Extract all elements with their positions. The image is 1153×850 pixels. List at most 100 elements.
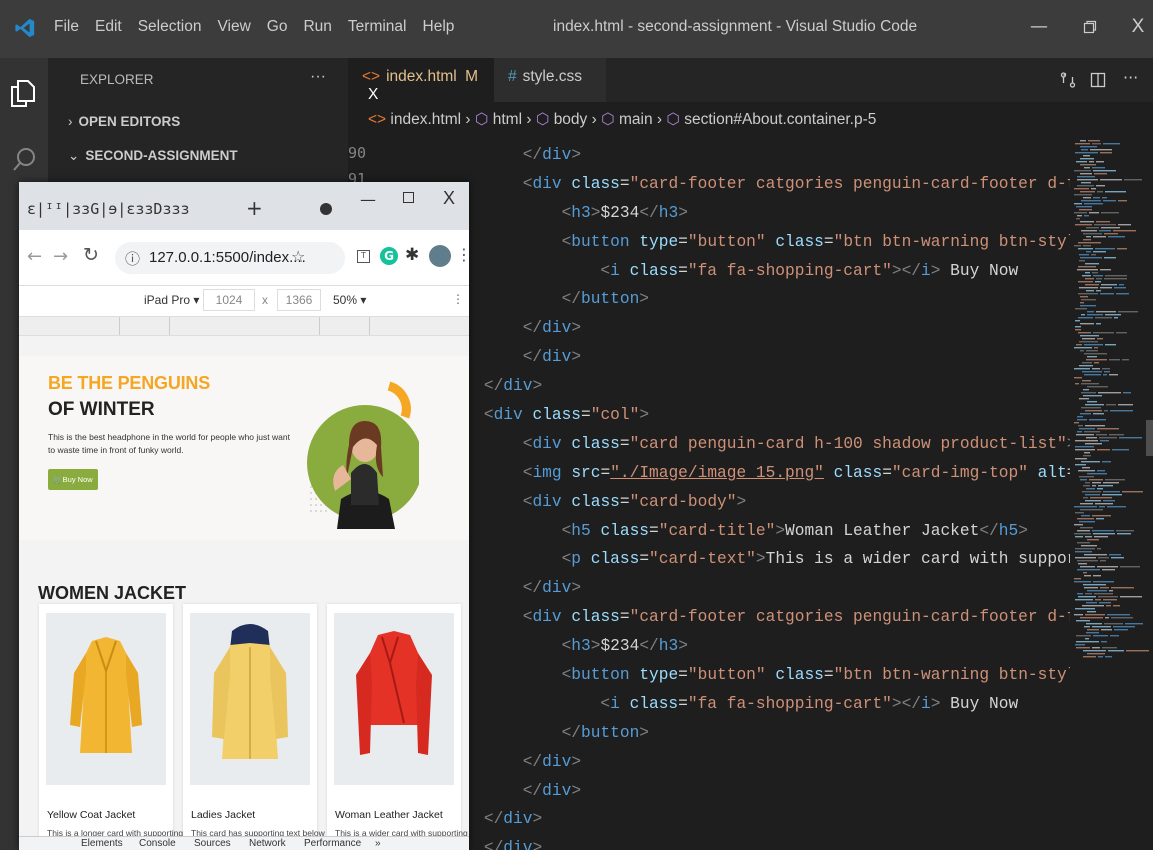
menu-go[interactable]: Go	[267, 18, 288, 36]
menu-view[interactable]: View	[217, 18, 250, 36]
code-line[interactable]: <img src="./Image/image 15.png" class="c…	[445, 459, 1070, 488]
code-line[interactable]: </div>	[445, 372, 1070, 401]
code-line[interactable]: <button type="button" class="btn btn-war…	[445, 661, 1070, 690]
devtools-more-tabs[interactable]: »	[375, 838, 381, 849]
device-more-icon[interactable]: ⋮	[452, 292, 464, 306]
text-extension-icon[interactable]: T	[357, 250, 370, 263]
code-line[interactable]: </div>	[445, 834, 1070, 850]
search-icon[interactable]	[12, 146, 38, 172]
code-line[interactable]: </div>	[445, 343, 1070, 372]
code-token: >	[678, 203, 688, 222]
explorer-more-button[interactable]: ···	[310, 68, 326, 86]
product-card[interactable]: Yellow Coat Jacket This is a longer card…	[39, 604, 183, 844]
minimap-line	[1104, 410, 1108, 412]
browser-menu-icon[interactable]: ⋮	[456, 245, 469, 264]
close-tab-icon[interactable]: X	[368, 86, 378, 103]
code-line[interactable]: </button>	[445, 285, 1070, 314]
devtools-tab-elements[interactable]: Elements	[81, 838, 123, 849]
code-line[interactable]: <div class="card-footer catgories pengui…	[445, 170, 1070, 199]
tab-index-html[interactable]: <> index.html M X	[348, 58, 494, 103]
menu-selection[interactable]: Selection	[138, 18, 202, 36]
menu-file[interactable]: File	[54, 18, 79, 36]
info-icon[interactable]: ⓘ	[125, 248, 140, 269]
browser-close-button[interactable]: X	[443, 188, 455, 209]
menu-edit[interactable]: Edit	[95, 18, 122, 36]
minimap-line	[1093, 533, 1115, 535]
minimap[interactable]	[1070, 138, 1153, 850]
tab-style-css[interactable]: # style.css	[494, 58, 606, 102]
code-line[interactable]: </div>	[445, 748, 1070, 777]
code-line[interactable]: <div class="card-footer catgories pengui…	[445, 603, 1070, 632]
buy-now-button[interactable]: 🛒Buy Now	[48, 469, 98, 490]
code-line[interactable]: <p class="card-text">This is a wider car…	[445, 545, 1070, 574]
devtools-tab-network[interactable]: Network	[249, 838, 286, 849]
browser-maximize-button[interactable]	[403, 192, 414, 203]
minimap-line	[1074, 377, 1082, 379]
minimap-line	[1085, 263, 1099, 265]
code-line[interactable]: </button>	[445, 719, 1070, 748]
browser-minimize-button[interactable]: —	[360, 190, 376, 209]
breadcrumb-item-section[interactable]: section#About.container.p-5	[684, 111, 876, 128]
breadcrumb-item-main[interactable]: main	[619, 111, 653, 128]
new-tab-button[interactable]: +	[246, 196, 263, 220]
devtools-tab-sources[interactable]: Sources	[194, 838, 231, 849]
code-token: >	[755, 550, 766, 569]
devtools-tab-performance[interactable]: Performance	[304, 838, 361, 849]
breadcrumb-item-body[interactable]: body	[554, 111, 588, 128]
close-window-button[interactable]: X	[1125, 14, 1151, 40]
url-text[interactable]: 127.0.0.1:5500/index....	[149, 249, 306, 266]
open-editors-section[interactable]: › OPEN EDITORS	[68, 114, 180, 129]
minimize-button[interactable]: —	[1026, 14, 1052, 40]
code-line[interactable]: </div>	[445, 574, 1070, 603]
editor-more-button[interactable]: ···	[1123, 68, 1138, 87]
bookmark-star-icon[interactable]: ☆	[291, 247, 305, 266]
device-select[interactable]: iPad Pro ▾	[144, 293, 199, 307]
menu-terminal[interactable]: Terminal	[348, 18, 407, 36]
profile-avatar[interactable]	[429, 245, 451, 267]
code-line[interactable]: <i class="fa fa-shopping-cart"></i> Buy …	[445, 690, 1070, 719]
project-section[interactable]: ⌄ SECOND-ASSIGNMENT	[68, 148, 238, 164]
zoom-select[interactable]: 50% ▾	[333, 293, 366, 307]
code-line[interactable]: </div>	[445, 314, 1070, 343]
forward-arrow-icon[interactable]: →	[53, 246, 68, 267]
record-icon[interactable]	[320, 203, 332, 215]
code-line[interactable]: <i class="fa fa-shopping-cart"></i> Buy …	[445, 257, 1070, 286]
split-editor-icon[interactable]	[1090, 72, 1106, 88]
device-height-input[interactable]: 1366	[277, 289, 321, 311]
breadcrumb-item-html[interactable]: html	[493, 111, 522, 128]
open-changes-icon[interactable]	[1060, 72, 1076, 88]
product-card[interactable]: Woman Leather Jacket This is a wider car…	[327, 604, 468, 844]
code-line[interactable]: <div class="card penguin-card h-100 shad…	[445, 430, 1070, 459]
product-card[interactable]: Ladies Jacket This card has supporting t…	[183, 604, 325, 844]
code-line[interactable]: <div class="col">	[445, 401, 1070, 430]
code-line[interactable]: <h3>$234</h3>	[445, 199, 1070, 228]
minimap-line	[1075, 512, 1084, 514]
minimap-line	[1076, 635, 1091, 637]
device-width-input[interactable]: 1024	[203, 289, 255, 311]
reload-icon[interactable]: ↻	[83, 244, 99, 266]
extensions-puzzle-icon[interactable]: ✱	[405, 245, 419, 265]
code-line[interactable]: </div>	[445, 141, 1070, 170]
restore-button[interactable]	[1077, 14, 1103, 40]
devtools-tab-console[interactable]: Console	[139, 838, 176, 849]
code-line[interactable]: <h5 class="card-title">Woman Leather Jac…	[445, 517, 1070, 546]
minimap-line	[1122, 359, 1129, 361]
minimap-line	[1086, 227, 1099, 229]
grammarly-extension-icon[interactable]: G	[380, 247, 398, 265]
back-arrow-icon[interactable]: ←	[27, 246, 42, 267]
minimap-line	[1100, 179, 1122, 181]
scrollbar-thumb[interactable]	[1146, 420, 1153, 456]
browser-tabs[interactable]: ɛ|ᴵᴵ|ɜɜG|ɘ|ɛɜɜDɜɜɜ	[27, 200, 190, 218]
code-line[interactable]: </div>	[445, 805, 1070, 834]
explorer-icon[interactable]	[9, 78, 37, 108]
code-editor[interactable]: </div> <div class="card-footer catgories…	[445, 141, 1070, 850]
code-line[interactable]: <button type="button" class="btn btn-war…	[445, 228, 1070, 257]
code-line[interactable]: </div>	[445, 777, 1070, 806]
code-line[interactable]: <div class="card-body">	[445, 488, 1070, 517]
minimap-line	[1114, 317, 1118, 319]
breadcrumb-item-file[interactable]: index.html	[390, 111, 461, 128]
menu-run[interactable]: Run	[303, 18, 331, 36]
menu-help[interactable]: Help	[423, 18, 455, 36]
code-line[interactable]: <h3>$234</h3>	[445, 632, 1070, 661]
address-bar[interactable]: ⓘ 127.0.0.1:5500/index....	[115, 242, 345, 274]
